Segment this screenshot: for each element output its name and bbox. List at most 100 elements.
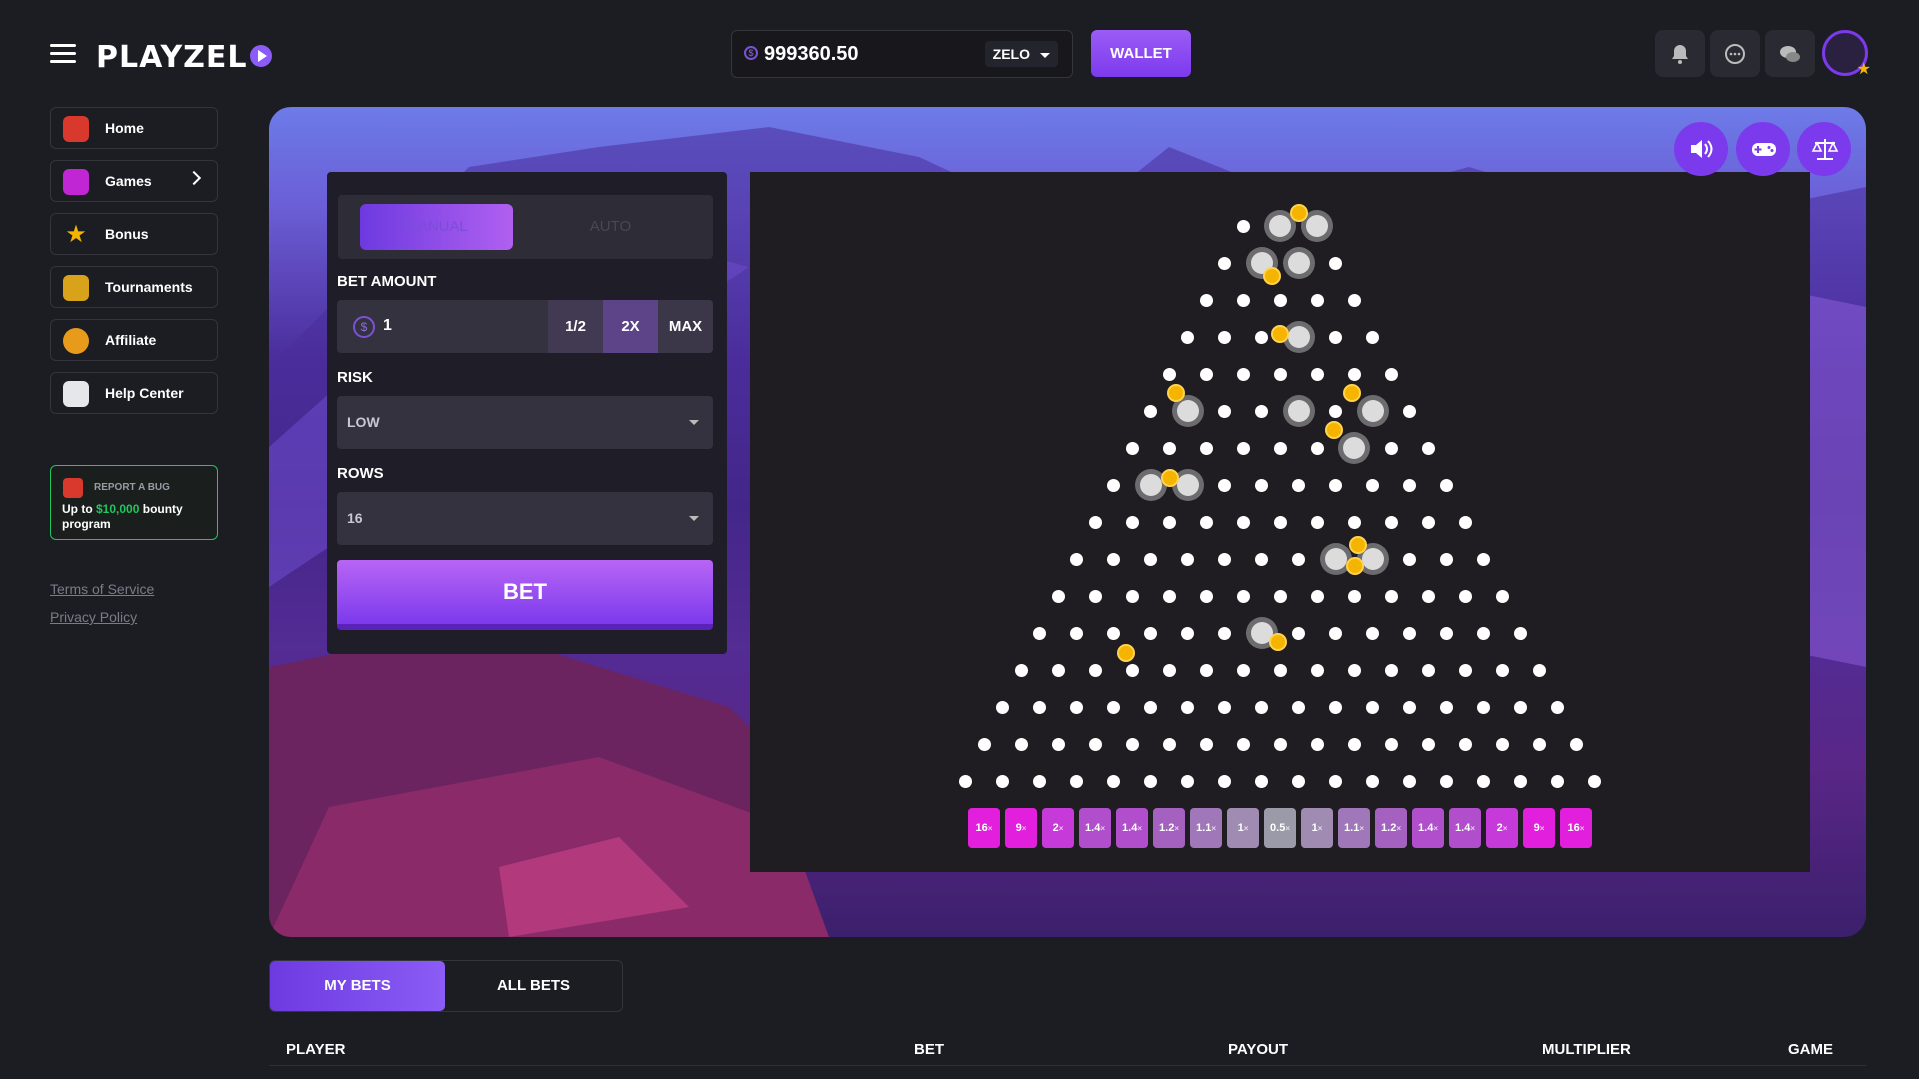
peg (1384, 441, 1398, 455)
multiplier-bucket: 2× (1486, 808, 1518, 848)
bets-tabs: MY BETS ALL BETS (269, 960, 623, 1012)
multiplier-suffix: × (1021, 824, 1027, 833)
multiplier-value: 1.4 (1455, 822, 1471, 834)
plinko-ball (1349, 536, 1367, 554)
max-bet-button[interactable]: MAX (658, 300, 713, 353)
peg (1403, 626, 1416, 640)
multiplier-bucket: 1.1× (1338, 808, 1370, 848)
peg (1477, 626, 1490, 640)
terms-link[interactable]: Terms of Service (50, 581, 154, 597)
currency-dropdown[interactable]: ZELO (984, 41, 1058, 67)
risk-select[interactable]: LOW (337, 396, 713, 449)
peg (1514, 700, 1527, 714)
peg (1181, 552, 1194, 566)
sidebar-item-home[interactable]: Home (50, 107, 218, 149)
peg (1088, 515, 1102, 529)
peg (1343, 437, 1365, 459)
multiplier-value: 1.2 (1159, 822, 1175, 834)
star-badge-icon: ★ (1856, 61, 1871, 78)
multiplier-bucket: 16× (1560, 808, 1592, 848)
fairness-button[interactable] (1797, 122, 1851, 176)
sidebar-item-label: Home (105, 120, 144, 136)
bet-amount-input[interactable]: 1 (383, 317, 392, 335)
sidebar-item-tournaments[interactable]: Tournaments (50, 266, 218, 308)
tab-manual[interactable]: MANUAL (360, 204, 513, 250)
star-icon: ★ (65, 221, 87, 248)
double-bet-button[interactable]: 2X (603, 300, 658, 353)
plinko-ball (1346, 557, 1364, 575)
avatar[interactable]: ★ (1822, 30, 1871, 78)
multiplier-suffix: × (1317, 824, 1323, 833)
peg (1440, 552, 1453, 566)
peg (1088, 663, 1102, 677)
multiplier-value: 1.4 (1418, 822, 1434, 834)
peg (1107, 700, 1120, 714)
peg (1273, 293, 1287, 307)
peg (1255, 404, 1268, 418)
sound-button[interactable] (1674, 122, 1728, 176)
peg (996, 700, 1009, 714)
peg (1236, 293, 1250, 307)
peg (1070, 552, 1083, 566)
multiplier-suffix: × (1243, 824, 1249, 833)
bet-amount-field[interactable]: $ 1 1/2 2X MAX (337, 300, 713, 353)
peg (1070, 774, 1083, 788)
multiplier-bucket: 9× (1005, 808, 1037, 848)
rows-select[interactable]: 16 (337, 492, 713, 545)
bug-card-amount: $10,000 (96, 502, 140, 516)
sidebar-item-affiliate[interactable]: Affiliate (50, 319, 218, 361)
plinko-ball (1167, 384, 1185, 402)
peg (1218, 626, 1231, 640)
messages-button[interactable] (1765, 30, 1815, 77)
menu-icon[interactable] (50, 44, 76, 64)
bet-amount-label: BET AMOUNT (337, 273, 437, 290)
peg (1033, 700, 1046, 714)
peg (1384, 367, 1398, 381)
peg (1162, 515, 1176, 529)
sidebar-item-games[interactable]: Games (50, 160, 218, 202)
multiplier-bucket: 1.4× (1412, 808, 1444, 848)
sidebar-item-bonus[interactable]: ★ Bonus (50, 213, 218, 255)
plinko-ball (1343, 384, 1361, 402)
sidebar-item-help-center[interactable]: Help Center (50, 372, 218, 414)
peg (1514, 626, 1527, 640)
peg (1366, 774, 1379, 788)
multiplier-value: 9 (1015, 822, 1022, 834)
notifications-button[interactable] (1655, 30, 1705, 77)
peg (1218, 552, 1231, 566)
bet-button[interactable]: BET (337, 560, 713, 630)
logo[interactable]: PLAYZEL (96, 40, 272, 75)
tab-my-bets[interactable]: MY BETS (270, 961, 445, 1011)
tab-auto[interactable]: AUTO (533, 204, 688, 250)
peg (1292, 774, 1305, 788)
balance-selector[interactable]: $ 999360.50 ZELO (731, 30, 1073, 78)
peg (1310, 663, 1324, 677)
peg (1199, 663, 1213, 677)
peg (1495, 589, 1509, 603)
peg (959, 774, 972, 788)
multiplier-value: 16 (975, 822, 988, 834)
wallet-button[interactable]: WALLET (1091, 30, 1191, 77)
peg (1532, 737, 1546, 751)
peg (1107, 626, 1120, 640)
peg (1347, 663, 1361, 677)
half-bet-button[interactable]: 1/2 (548, 300, 603, 353)
peg (1218, 256, 1231, 270)
peg (1347, 589, 1361, 603)
peg (1347, 515, 1361, 529)
peg (1495, 737, 1509, 751)
game-controls-button[interactable] (1736, 122, 1790, 176)
privacy-link[interactable]: Privacy Policy (50, 609, 137, 625)
multiplier-suffix: × (1502, 824, 1508, 833)
multiplier-bucket: 0.5× (1264, 808, 1296, 848)
peg (1125, 515, 1139, 529)
peg (1292, 626, 1305, 640)
report-bug-card[interactable]: REPORT A BUG Up to $10,000 bounty progra… (50, 465, 218, 540)
mode-tabs: MANUAL AUTO (338, 195, 713, 259)
chat-button[interactable] (1710, 30, 1760, 77)
plinko-ball (1269, 633, 1287, 651)
peg (1088, 589, 1102, 603)
multiplier-bucket: 1.4× (1116, 808, 1148, 848)
tab-all-bets[interactable]: ALL BETS (445, 961, 622, 1011)
peg (1477, 552, 1490, 566)
